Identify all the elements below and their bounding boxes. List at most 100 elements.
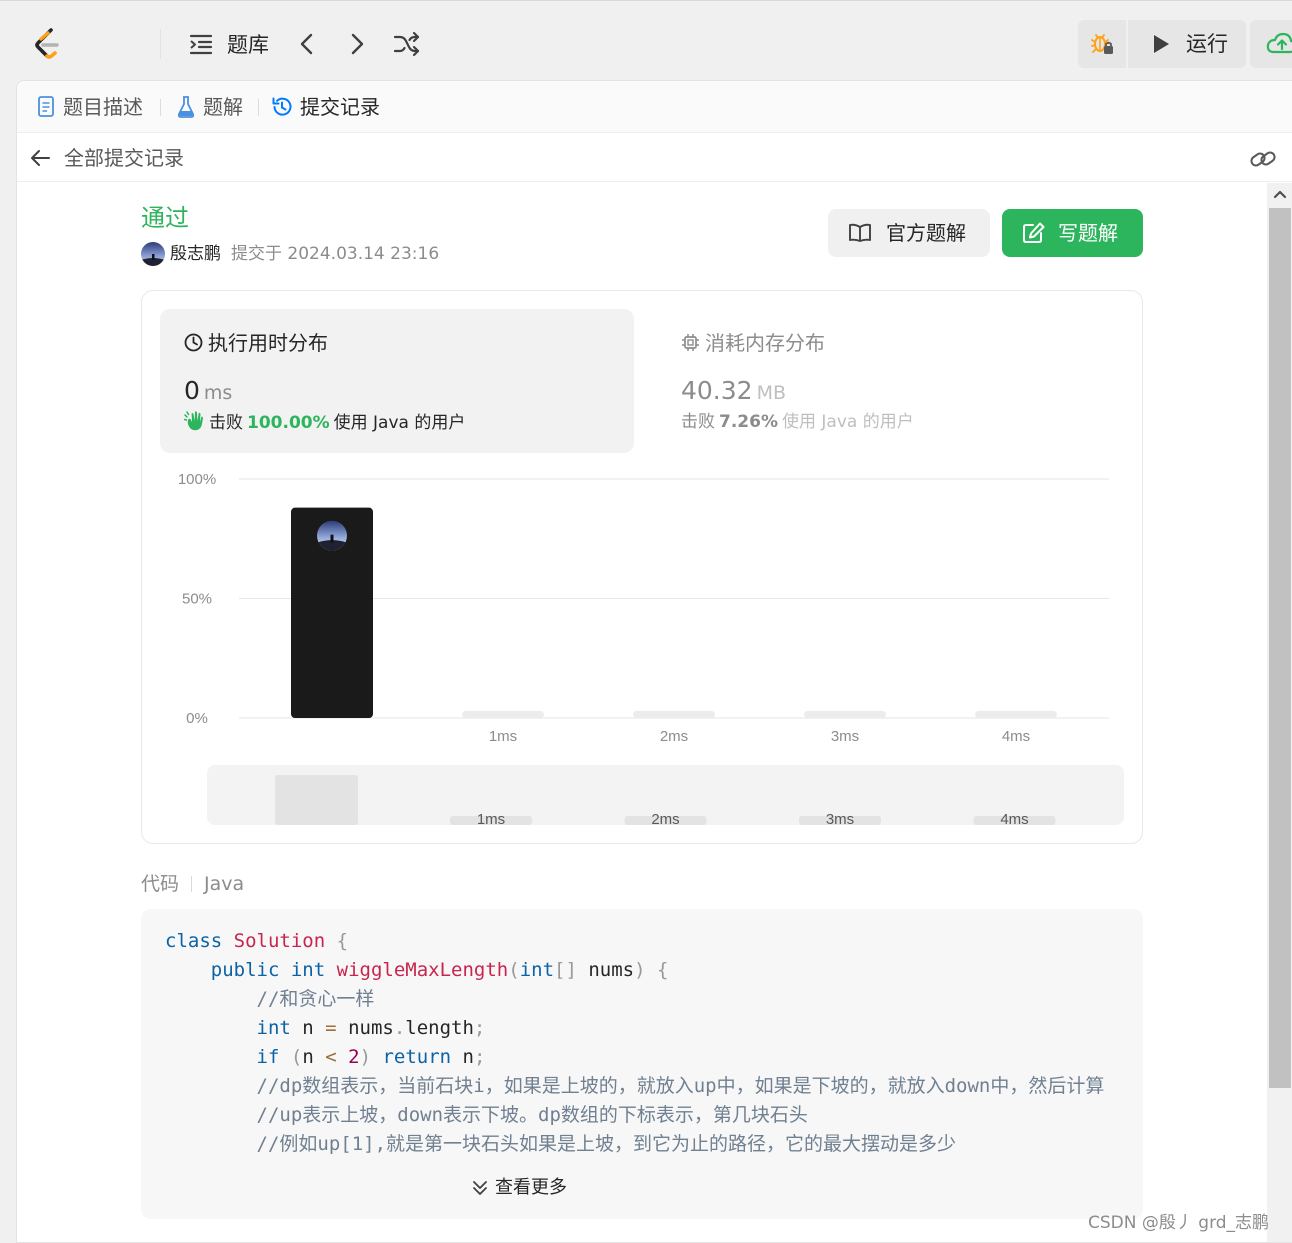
- runtime-title-text: 执行用时分布: [208, 331, 328, 355]
- run-button[interactable]: 运行: [1128, 20, 1246, 68]
- tab-description-label: 题目描述: [63, 95, 143, 119]
- all-submissions-link[interactable]: 全部提交记录: [64, 145, 184, 171]
- memory-beats: 击败 7.26% 使用 Java 的用户: [681, 410, 914, 434]
- x-tick-label: 1ms: [489, 728, 517, 745]
- chevron-right-icon[interactable]: [346, 32, 368, 56]
- navigator-label: 1ms: [477, 811, 505, 828]
- memory-number: 40.32: [681, 376, 753, 405]
- memory-value: 40.32 MB: [681, 376, 786, 408]
- shuffle-icon[interactable]: [393, 31, 421, 57]
- code-line: //up表示上坡，down表示下坡。dp数组的下标表示，第几块石头: [256, 1104, 808, 1126]
- tab-description[interactable]: 题目描述: [37, 94, 161, 120]
- document-icon: [38, 96, 54, 117]
- avatar-figure: [330, 534, 334, 543]
- arrow-left-icon[interactable]: [29, 147, 51, 169]
- code-language-label: 代码 Java: [141, 871, 244, 897]
- runtime-value: 0 ms: [184, 376, 232, 408]
- code-content: class Solution { public int wiggleMaxLen…: [165, 927, 1104, 1159]
- chevron-double-down-icon: [473, 1181, 487, 1195]
- code-block[interactable]: class Solution { public int wiggleMaxLen…: [141, 909, 1143, 1219]
- show-more-label: 查看更多: [495, 1177, 567, 1198]
- scrollbar-thumb[interactable]: [1269, 208, 1291, 1088]
- memory-beats-prefix: 击败: [681, 412, 715, 432]
- leetcode-logo-icon[interactable]: [33, 27, 65, 61]
- tab-divider: [160, 99, 161, 116]
- runtime-beats-percent: 100.00%: [247, 413, 330, 433]
- top-navbar: 题库 运行: [0, 0, 1292, 80]
- flask-icon: [177, 96, 195, 118]
- performance-card: 执行用时分布 0 ms 击败 100.00% 使用 Java 的用户 消耗内存分布 4…: [141, 290, 1143, 844]
- y-tick-label: 100%: [178, 471, 216, 488]
- code-line: //例如up[1],就是第一块石头如果是上坡，到它为止的路径，它的最大摆动是多少: [256, 1133, 957, 1155]
- history-icon: [272, 97, 292, 116]
- bug-lock-icon: [1091, 34, 1113, 54]
- tab-solutions[interactable]: 题解: [177, 94, 257, 120]
- memory-stat[interactable]: 消耗内存分布 40.32 MB 击败 7.26% 使用 Java 的用户: [657, 309, 1131, 453]
- y-tick-label: 50%: [182, 591, 212, 608]
- problem-list-link[interactable]: 题库: [227, 32, 269, 58]
- link-icon[interactable]: [1249, 146, 1277, 172]
- code-line: class Solution {: [165, 930, 349, 952]
- memory-beats-percent: 7.26%: [719, 412, 778, 432]
- cloud-upload-icon: [1266, 32, 1292, 54]
- runtime-unit: ms: [203, 382, 233, 404]
- chart-bar[interactable]: [804, 710, 886, 718]
- bar-avatar: [317, 520, 347, 551]
- code-language: Java: [204, 873, 245, 895]
- memory-unit: MB: [756, 382, 787, 404]
- avatar[interactable]: [141, 242, 165, 266]
- code-line: if (n < 2) return n;: [256, 1046, 486, 1068]
- run-button-label: 运行: [1186, 32, 1228, 56]
- watermark-text: CSDN @殷丿 grd_志鹏: [1088, 1213, 1270, 1233]
- label-divider: [191, 876, 193, 892]
- list-icon[interactable]: [188, 32, 214, 56]
- chart-bar[interactable]: [462, 710, 544, 718]
- submit-button[interactable]: [1250, 20, 1292, 68]
- x-tick-label: 2ms: [660, 728, 688, 745]
- navigator-label: 3ms: [826, 811, 854, 828]
- tab-submissions[interactable]: 提交记录: [271, 94, 391, 120]
- code-line: //dp数组表示，当前石块i，如果是上坡的，就放入up中，如果是下坡的，就放入d…: [256, 1075, 1105, 1097]
- book-icon: [849, 223, 871, 242]
- clap-icon: [184, 411, 203, 431]
- chip-icon: [682, 334, 699, 351]
- runtime-beats: 击败 100.00% 使用 Java 的用户: [184, 410, 465, 435]
- code-line: public int wiggleMaxLength(int[] nums) {: [210, 959, 669, 981]
- chart-bar[interactable]: [633, 710, 715, 718]
- panel-tab-bar: 题目描述 题解 提交记录: [17, 81, 1292, 133]
- x-tick-label: 3ms: [831, 728, 859, 745]
- submission-subheader: 全部提交记录: [17, 133, 1292, 182]
- write-solution-button[interactable]: 写题解: [1002, 209, 1143, 257]
- chevron-left-icon[interactable]: [296, 32, 318, 56]
- code-label-text: 代码: [141, 873, 180, 895]
- official-solution-label: 官方题解: [886, 221, 966, 245]
- runtime-number: 0: [184, 376, 200, 405]
- clock-icon: [184, 333, 203, 352]
- code-line: int n = nums.length;: [256, 1017, 486, 1039]
- edit-icon: [1023, 222, 1045, 243]
- runtime-beats-prefix: 击败: [209, 413, 243, 433]
- official-solution-button[interactable]: 官方题解: [828, 209, 990, 257]
- tab-divider: [258, 99, 259, 116]
- memory-title-text: 消耗内存分布: [705, 331, 825, 355]
- runtime-stat[interactable]: 执行用时分布 0 ms 击败 100.00% 使用 Java 的用户: [160, 309, 634, 453]
- debug-button[interactable]: [1078, 20, 1126, 68]
- navigator-bar: [275, 775, 358, 825]
- y-tick-label: 0%: [186, 710, 208, 727]
- tab-solutions-label: 题解: [203, 95, 243, 119]
- runtime-beats-suffix: 使用 Java 的用户: [333, 413, 466, 433]
- tab-submissions-label: 提交记录: [300, 95, 380, 119]
- runtime-distribution-chart[interactable]: 100% 50% 0% 1ms 2ms 3ms 4ms 1ms 2ms 3ms 4ms: [142, 461, 1144, 841]
- submission-panel: 题目描述 题解 提交记录 全部提交记录 通过 殷志鹏 提交于 2024.03.1…: [16, 80, 1292, 1243]
- write-solution-label: 写题解: [1058, 221, 1118, 245]
- play-icon: [1154, 35, 1169, 53]
- scroll-up-icon[interactable]: [1269, 185, 1291, 203]
- navigator-label: 2ms: [651, 811, 679, 828]
- chart-bar[interactable]: [975, 710, 1057, 718]
- navigator-label: 4ms: [1000, 811, 1028, 828]
- toolbar-divider: [160, 29, 161, 59]
- submission-status: 通过: [141, 204, 189, 232]
- author-name[interactable]: 殷志鹏: [170, 242, 221, 266]
- code-line: //和贪心一样: [256, 988, 375, 1010]
- submission-time: 提交于 2024.03.14 23:16: [231, 244, 440, 264]
